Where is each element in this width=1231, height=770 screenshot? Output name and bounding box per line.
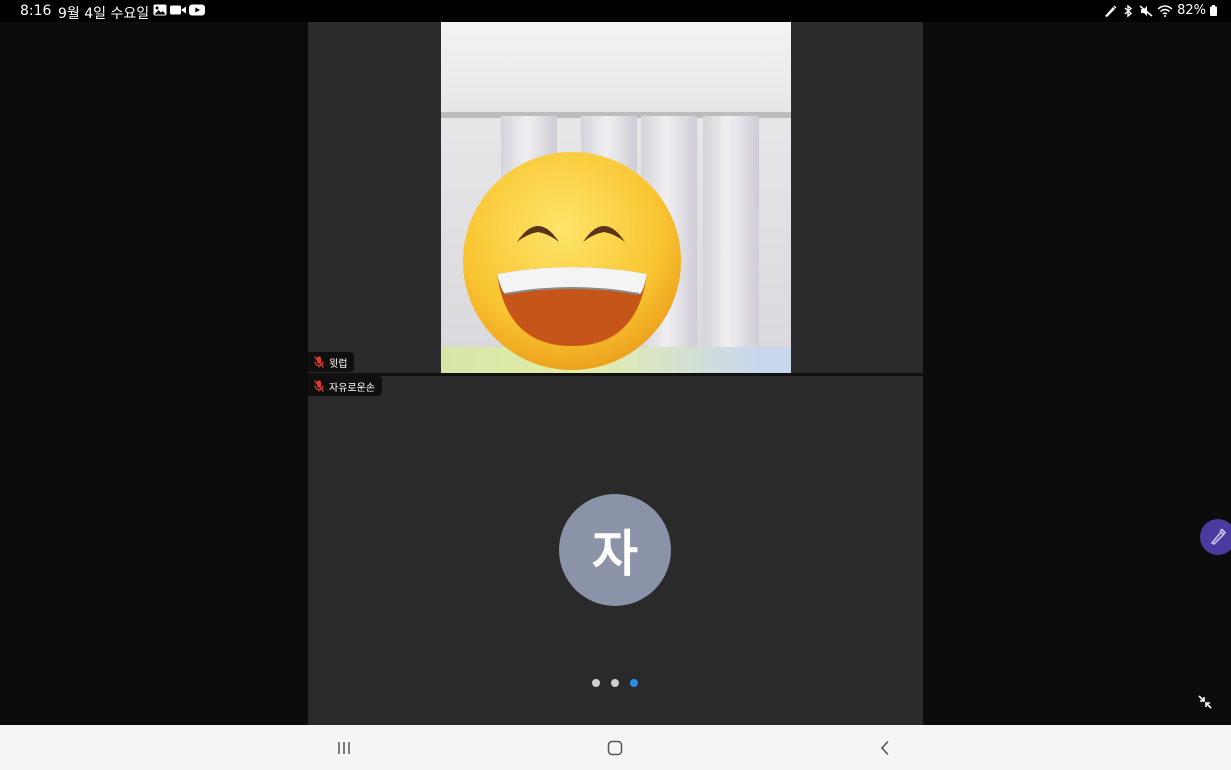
home-icon xyxy=(607,740,623,756)
participant-name: 자유로운손 xyxy=(329,382,375,394)
participant-video xyxy=(441,22,791,373)
battery-icon xyxy=(1210,5,1217,16)
minimize-button[interactable] xyxy=(1192,689,1218,715)
recent-apps-button[interactable] xyxy=(332,737,356,759)
video-call-grid: 자 윗럽 자유로운손 xyxy=(308,22,923,725)
page-dot-3[interactable] xyxy=(630,679,638,687)
youtube-icon xyxy=(189,4,205,16)
page-dot-2[interactable] xyxy=(611,679,619,687)
face-cover-emoji xyxy=(463,152,681,370)
mute-icon xyxy=(1139,4,1153,17)
video-camera-icon xyxy=(170,5,186,15)
status-time: 8:16 xyxy=(20,3,52,19)
notification-icons xyxy=(153,4,205,16)
battery-level: 82% xyxy=(1177,3,1206,18)
home-button[interactable] xyxy=(603,737,627,759)
navigation-bar xyxy=(0,725,1231,770)
pen-button[interactable] xyxy=(1200,519,1231,555)
wifi-icon xyxy=(1157,4,1173,17)
mic-muted-icon xyxy=(314,380,324,392)
back-icon xyxy=(880,740,889,756)
system-status: 82% xyxy=(1103,3,1217,18)
participant-name-tag: 자유로운손 xyxy=(308,376,382,396)
status-bar: 8:16 9월 4일 수요일 82% xyxy=(0,0,1231,22)
avatar: 자 xyxy=(559,494,671,606)
image-icon xyxy=(153,4,167,16)
minimize-arrows-icon xyxy=(1198,695,1212,709)
page-indicator xyxy=(592,679,638,687)
recent-apps-icon xyxy=(338,742,350,754)
participant-tile-avatar[interactable]: 자 xyxy=(308,376,923,725)
participant-name: 윗럽 xyxy=(329,358,348,370)
back-button[interactable] xyxy=(873,737,897,759)
screen: 8:16 9월 4일 수요일 82% 자 윗럽 자유로운손 xyxy=(0,0,1231,770)
participant-tile-video[interactable] xyxy=(308,22,923,373)
status-date: 9월 4일 수요일 xyxy=(58,6,150,22)
bluetooth-icon xyxy=(1124,4,1133,17)
participant-name-tag: 윗럽 xyxy=(308,352,355,372)
page-dot-1[interactable] xyxy=(592,679,600,687)
pen-icon xyxy=(1210,528,1227,545)
mic-muted-icon xyxy=(314,356,324,368)
stylus-icon xyxy=(1105,4,1117,17)
